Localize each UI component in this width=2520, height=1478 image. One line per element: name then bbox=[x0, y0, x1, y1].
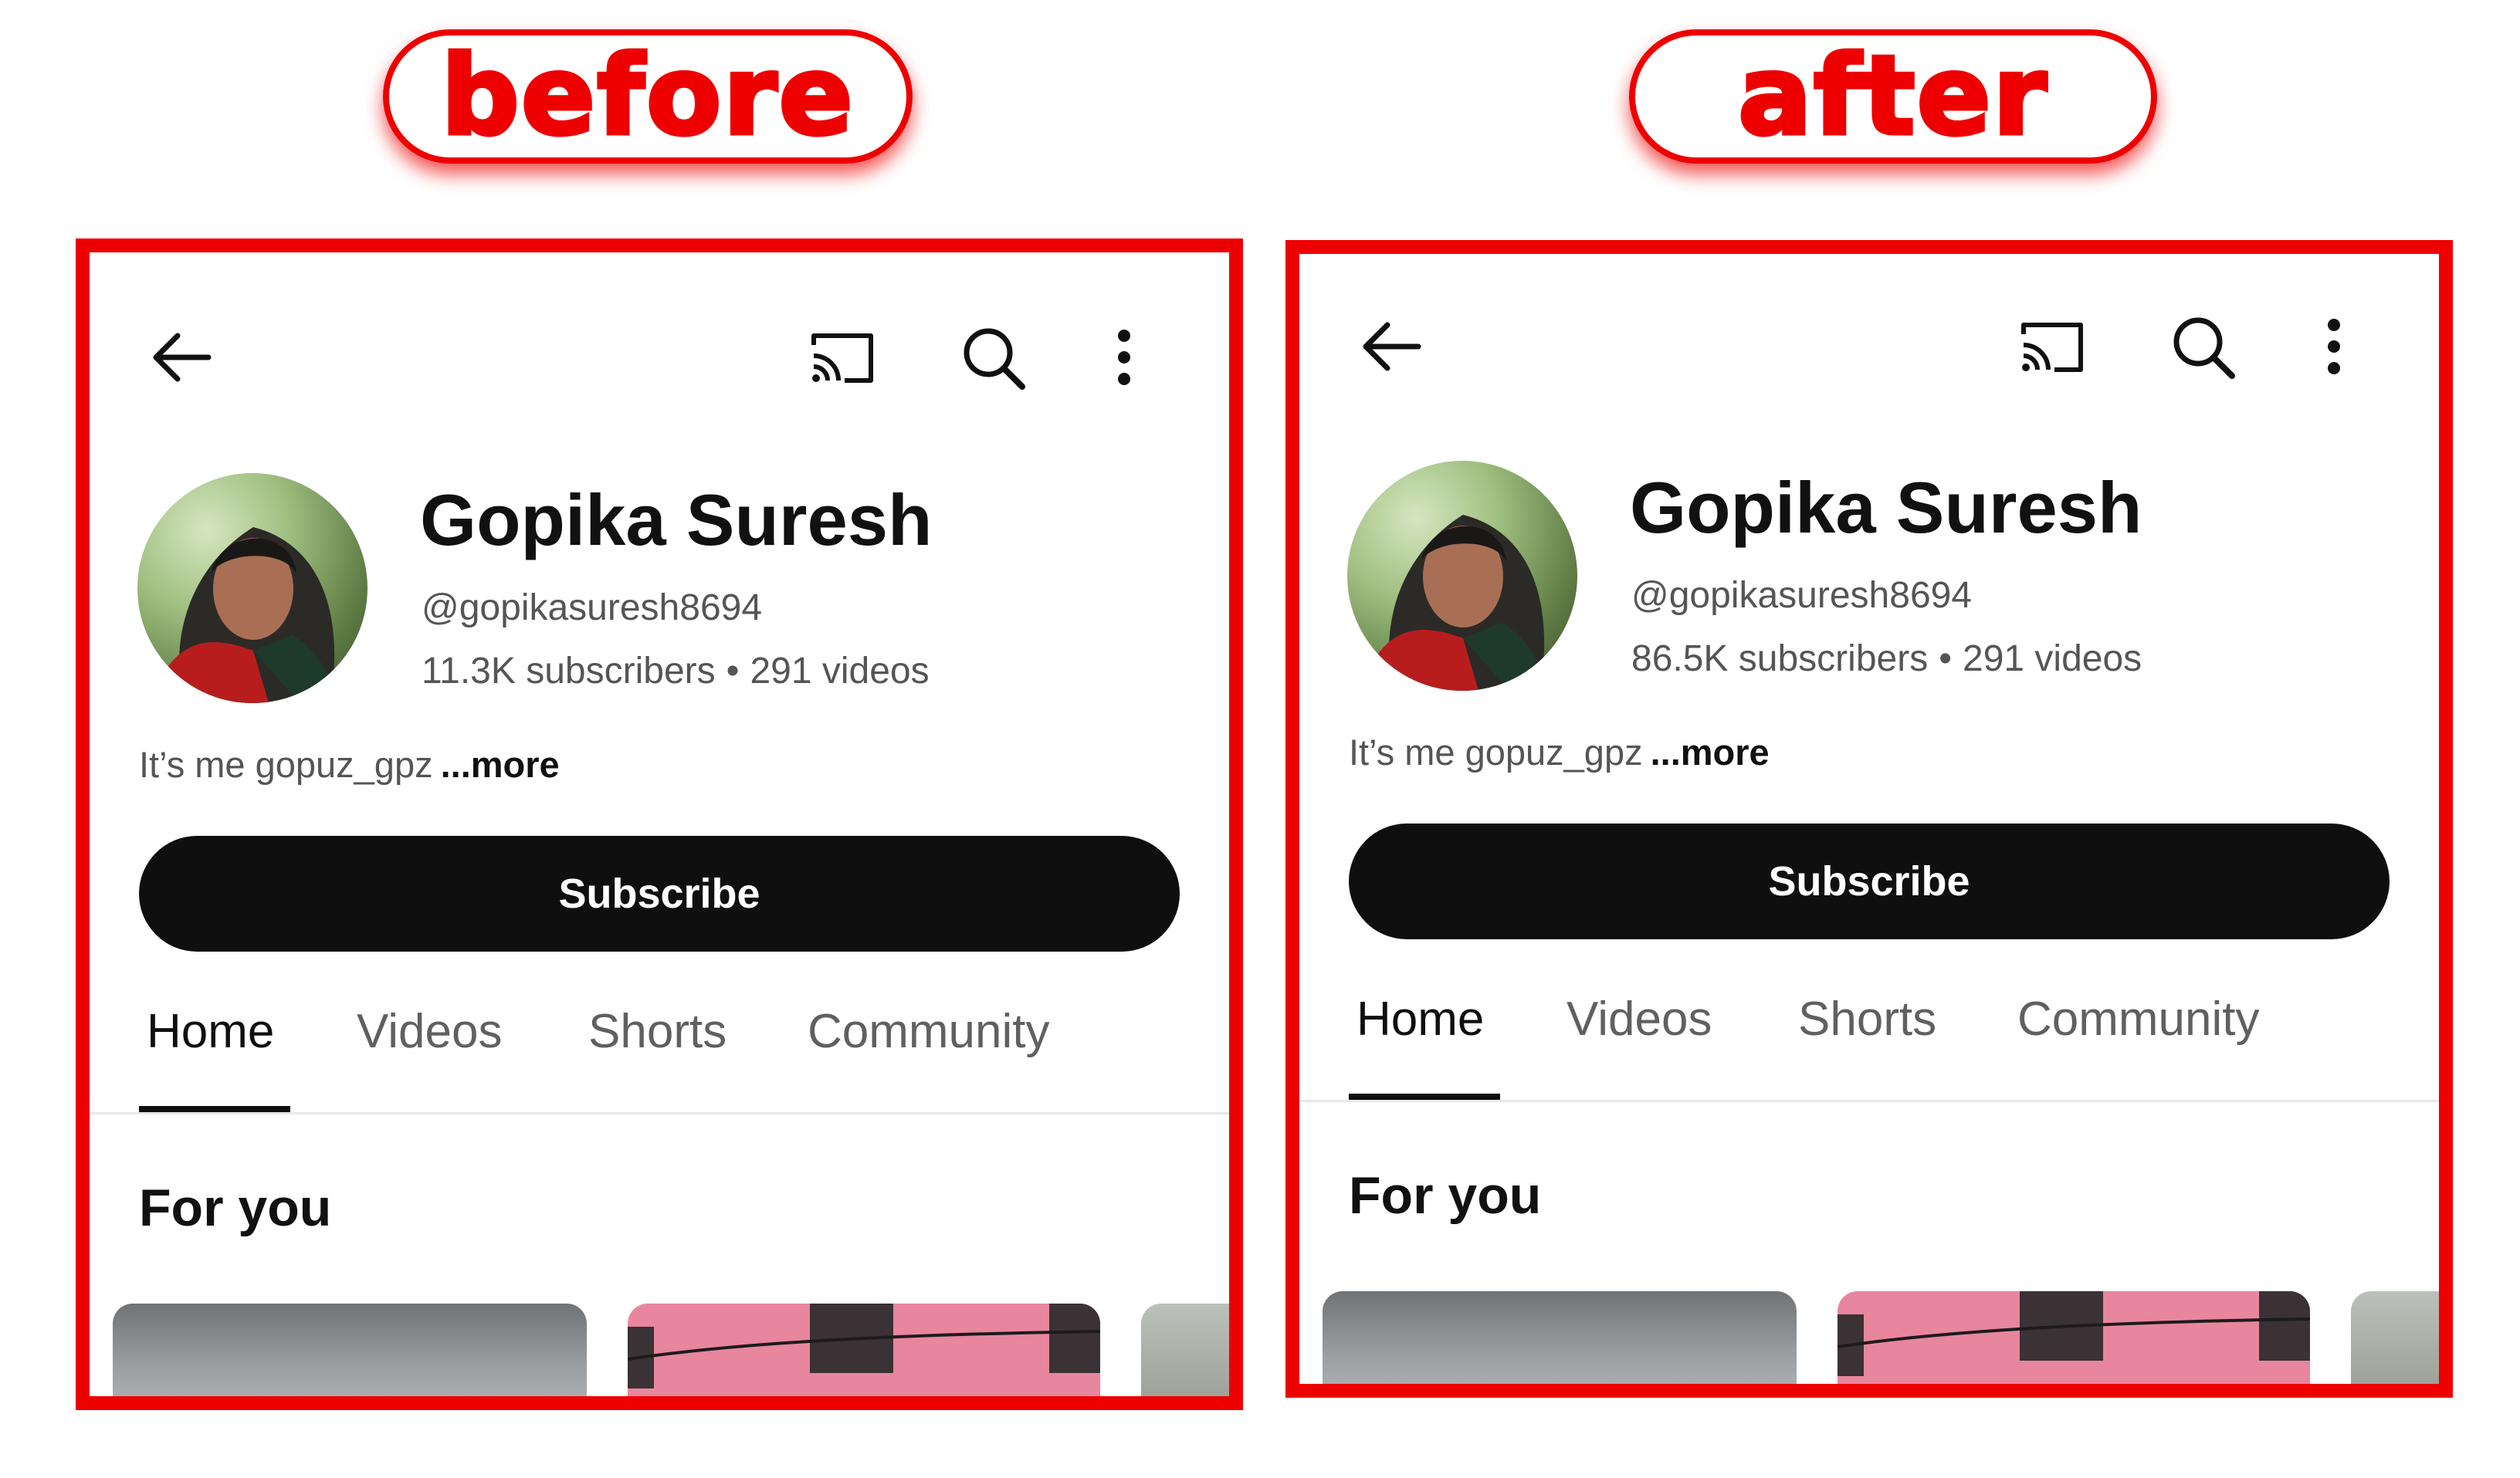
avatar-portrait bbox=[168, 527, 338, 703]
before-screenshot-panel: Gopika Suresh @gopikasuresh8694 11.3K su… bbox=[76, 238, 1243, 1410]
active-tab-indicator bbox=[139, 1106, 290, 1112]
tab-home[interactable]: Home bbox=[1357, 966, 1484, 1074]
before-label: before bbox=[383, 29, 913, 164]
video-thumbnail[interactable] bbox=[628, 1304, 1100, 1396]
channel-description[interactable]: It’s me gopuz_gpz ...more bbox=[139, 746, 560, 783]
channel-stats: 11.3K subscribers • 291 videos bbox=[422, 653, 930, 690]
description-text: It’s me gopuz_gpz bbox=[139, 744, 433, 785]
subscribe-button[interactable]: Subscribe bbox=[1349, 824, 2390, 939]
channel-name: Gopika Suresh bbox=[420, 479, 933, 560]
after-screenshot-panel: Gopika Suresh @gopikasuresh8694 86.5K su… bbox=[1285, 240, 2453, 1398]
tab-community[interactable]: Community bbox=[2017, 966, 2260, 1074]
video-thumbnail[interactable] bbox=[1141, 1304, 1229, 1396]
video-thumbnail[interactable] bbox=[1323, 1291, 1797, 1384]
cast-icon[interactable] bbox=[803, 319, 880, 396]
subscriber-count: 11.3K subscribers bbox=[422, 651, 716, 692]
back-arrow-icon[interactable] bbox=[1353, 308, 1431, 385]
section-title: For you bbox=[139, 1179, 332, 1237]
cast-icon[interactable] bbox=[2013, 308, 2090, 385]
stats-separator: • bbox=[726, 651, 740, 692]
tabs-divider bbox=[1299, 1100, 2439, 1102]
subscribe-button[interactable]: Subscribe bbox=[139, 836, 1180, 952]
search-icon[interactable] bbox=[954, 319, 1031, 396]
description-text: It’s me gopuz_gpz bbox=[1349, 732, 1643, 773]
back-arrow-icon[interactable] bbox=[144, 319, 221, 396]
after-label-text: after bbox=[1736, 32, 2049, 160]
video-thumbnail[interactable] bbox=[1838, 1291, 2310, 1384]
channel-tabs: Home Videos Shorts Community bbox=[90, 978, 1229, 1086]
channel-handle: @gopikasuresh8694 bbox=[422, 587, 763, 628]
channel-name: Gopika Suresh bbox=[1630, 467, 2142, 548]
avatar-portrait bbox=[1378, 515, 1548, 691]
video-count: 291 videos bbox=[1963, 638, 2142, 679]
channel-stats: 86.5K subscribers • 291 videos bbox=[1631, 641, 2142, 678]
more-link[interactable]: ...more bbox=[441, 744, 560, 785]
stats-separator: • bbox=[1939, 638, 1952, 679]
more-link[interactable]: ...more bbox=[1651, 732, 1770, 773]
video-thumbnail[interactable] bbox=[113, 1304, 587, 1396]
tab-home[interactable]: Home bbox=[147, 978, 274, 1086]
tab-community[interactable]: Community bbox=[808, 978, 1050, 1086]
tabs-divider bbox=[90, 1112, 1229, 1114]
more-vert-icon[interactable] bbox=[1086, 319, 1163, 396]
tab-shorts[interactable]: Shorts bbox=[588, 978, 727, 1086]
active-tab-indicator bbox=[1349, 1094, 1500, 1100]
channel-avatar[interactable] bbox=[137, 473, 368, 703]
tab-videos[interactable]: Videos bbox=[1567, 966, 1712, 1074]
channel-avatar[interactable] bbox=[1347, 461, 1577, 691]
before-label-text: before bbox=[439, 32, 855, 160]
subscriber-count: 86.5K subscribers bbox=[1631, 638, 1929, 679]
video-thumbnail[interactable] bbox=[2351, 1291, 2439, 1384]
tab-shorts[interactable]: Shorts bbox=[1798, 966, 1936, 1074]
thumbnail-scene bbox=[628, 1304, 1100, 1388]
channel-handle: @gopikasuresh8694 bbox=[1631, 575, 1973, 616]
search-icon[interactable] bbox=[2164, 308, 2241, 385]
channel-description[interactable]: It’s me gopuz_gpz ...more bbox=[1349, 734, 1770, 770]
more-vert-icon[interactable] bbox=[2295, 308, 2373, 385]
video-count: 291 videos bbox=[750, 651, 930, 692]
channel-tabs: Home Videos Shorts Community bbox=[1299, 966, 2439, 1074]
after-label: after bbox=[1629, 29, 2157, 164]
thumbnail-scene bbox=[1838, 1291, 2310, 1376]
section-title: For you bbox=[1349, 1166, 1542, 1225]
tab-videos[interactable]: Videos bbox=[357, 978, 502, 1086]
